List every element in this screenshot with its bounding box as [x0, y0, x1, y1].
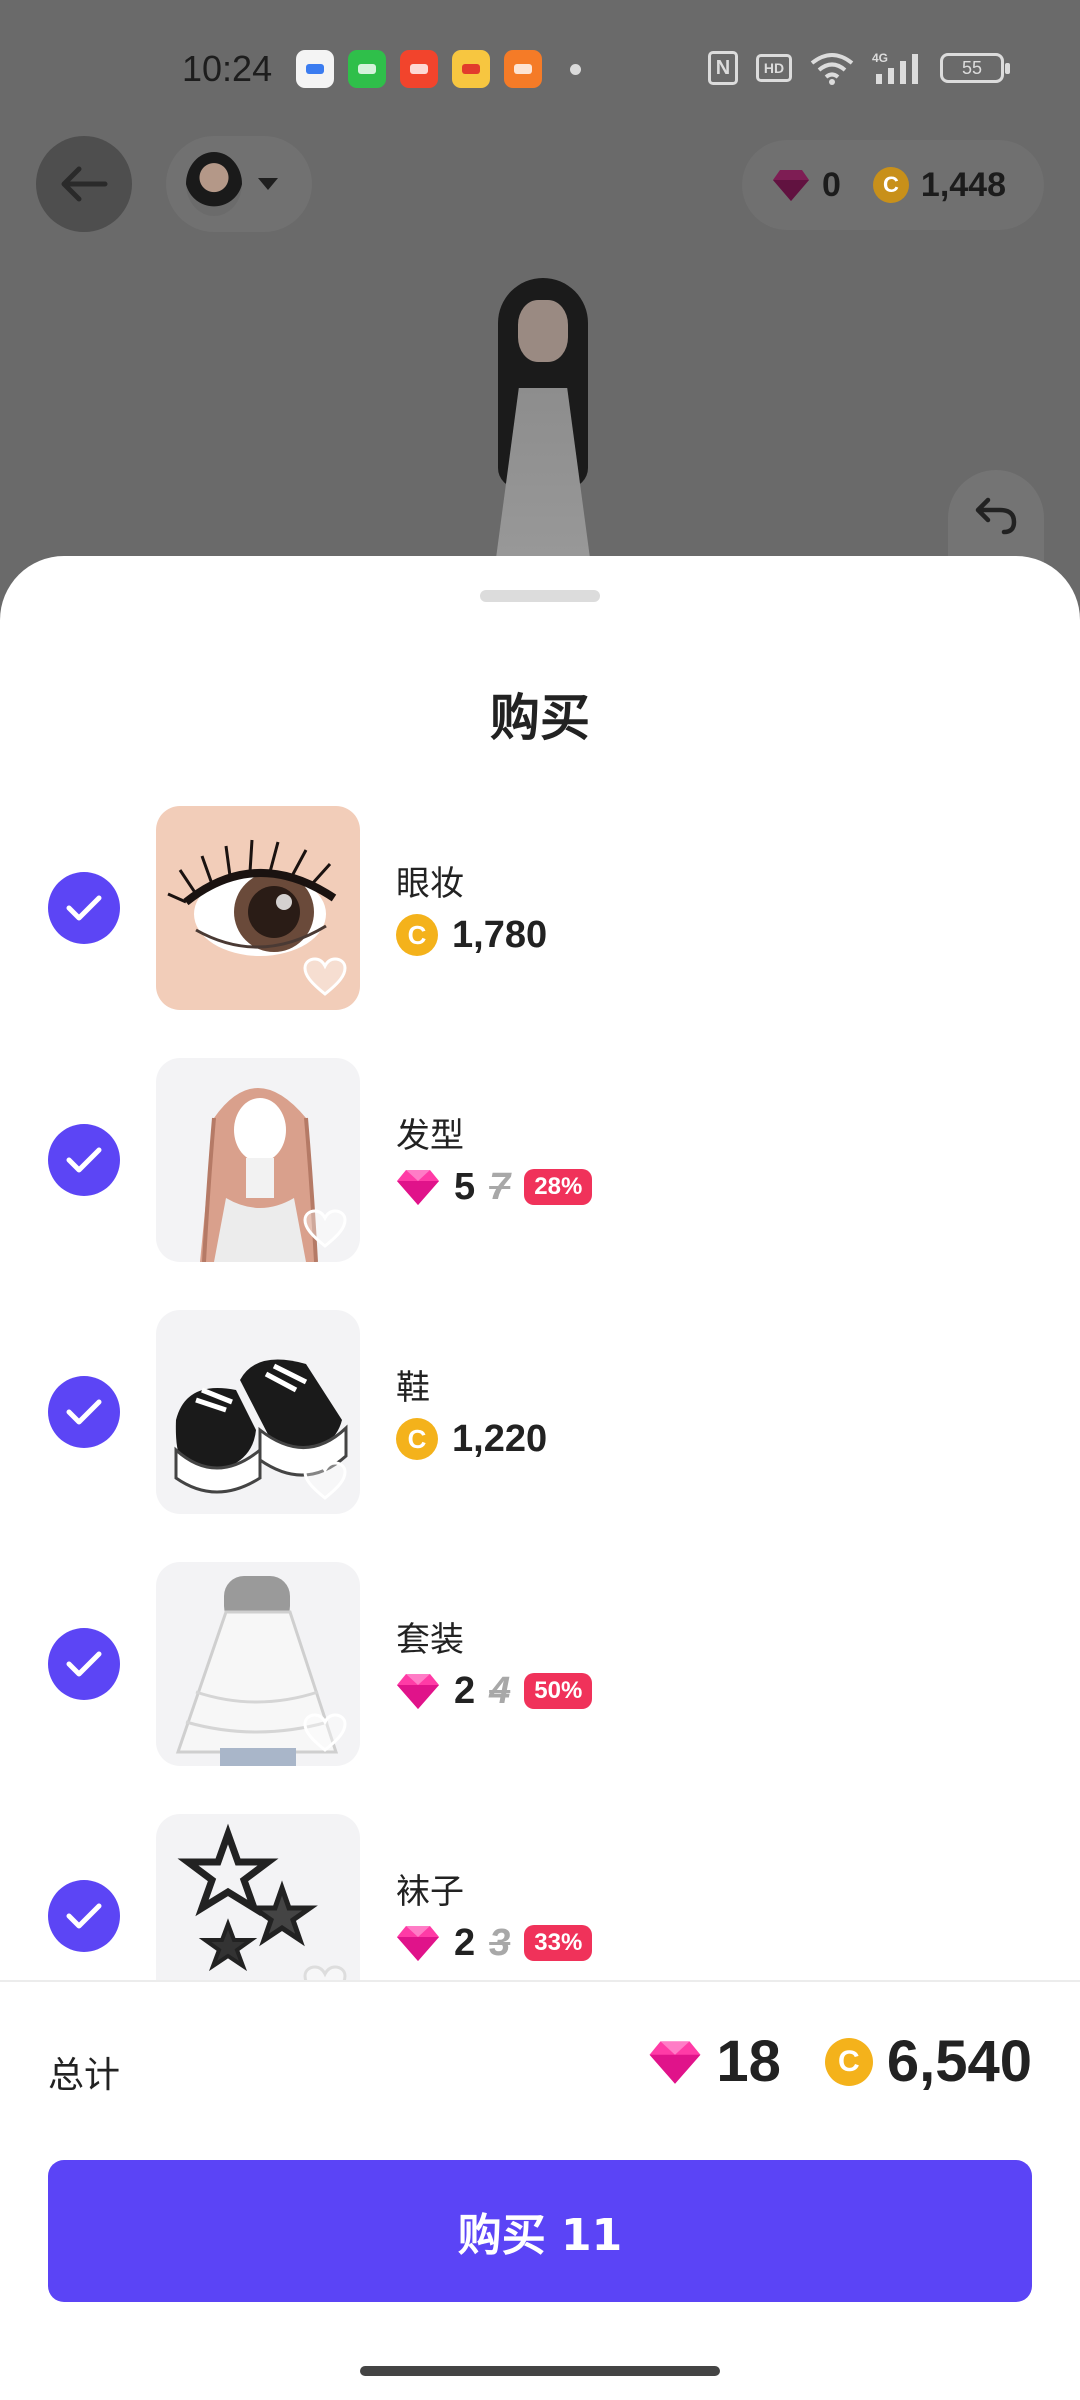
purchase-sheet: 购买 眼妆 C 1,780 发型 5 7 28% 鞋 C 1,220 套装 2 … [0, 556, 1080, 2400]
battery-icon: 55 [940, 53, 1010, 83]
arrow-left-icon [61, 166, 108, 202]
checkmark-icon [66, 895, 102, 921]
item-original-price: 3 [489, 1921, 511, 1964]
diamond-balance: 0 [821, 165, 841, 204]
item-price: 5 [454, 1165, 476, 1208]
item-name: 鞋 [396, 1368, 430, 1408]
coin-balance: 1,448 [920, 165, 1006, 204]
discount-badge: 33% [524, 1925, 593, 1961]
total-values: 18 C 6,540 [648, 2028, 1032, 2095]
notification-icons [296, 50, 542, 88]
checkmark-icon [66, 1903, 102, 1929]
item-thumbnail[interactable] [156, 1058, 360, 1262]
item-name: 发型 [396, 1116, 464, 1156]
discount-badge: 28% [524, 1169, 593, 1205]
item-price: 1,780 [452, 913, 548, 956]
total-diamonds: 18 [716, 2029, 781, 2094]
item-price-row: C 1,220 [396, 1414, 547, 1464]
sheet-drag-handle[interactable] [480, 590, 600, 602]
video-app-icon [400, 50, 438, 88]
list-item[interactable]: 套装 2 4 50% [0, 1562, 1080, 1768]
discount-badge: 50% [524, 1673, 593, 1709]
item-price: 2 [454, 1921, 476, 1964]
weibo-app-icon [452, 50, 490, 88]
item-name: 袜子 [396, 1872, 464, 1912]
buy-button[interactable]: 购买 11 [48, 2160, 1032, 2302]
diamond-icon [397, 1170, 439, 1205]
list-item[interactable]: 鞋 C 1,220 [0, 1310, 1080, 1516]
favorite-heart-icon[interactable] [302, 1208, 348, 1250]
diamond-icon [772, 170, 809, 201]
item-price-row: 5 7 28% [396, 1162, 593, 1212]
item-checkbox[interactable] [48, 872, 120, 944]
total-coins: 6,540 [886, 2029, 1032, 2094]
item-thumbnail[interactable] [156, 1562, 360, 1766]
item-thumbnail[interactable] [156, 1814, 360, 1982]
item-name: 套装 [396, 1620, 464, 1660]
item-thumbnail[interactable] [156, 806, 360, 1010]
favorite-heart-icon[interactable] [302, 1460, 348, 1502]
more-notifications-dot [570, 64, 581, 75]
item-name: 眼妆 [396, 864, 464, 904]
coin-icon: C [824, 2037, 873, 2086]
avatar [186, 152, 242, 216]
avatar-switcher[interactable] [166, 136, 312, 232]
network-type-label: 4G [872, 51, 888, 65]
hd-icon: HD [756, 54, 792, 82]
back-button[interactable] [36, 136, 132, 232]
item-price-row: 2 4 50% [396, 1666, 593, 1716]
coin-icon: C [872, 167, 909, 203]
item-checkbox[interactable] [48, 1124, 120, 1196]
total-divider [0, 1980, 1080, 1982]
checkmark-icon [66, 1651, 102, 1677]
item-original-price: 7 [489, 1165, 511, 1208]
item-checkbox[interactable] [48, 1376, 120, 1448]
diamond-icon [649, 2040, 701, 2084]
list-item[interactable]: 发型 5 7 28% [0, 1058, 1080, 1264]
checkmark-icon [66, 1147, 102, 1173]
item-price-row: C 1,780 [396, 910, 547, 960]
chevron-down-icon [258, 178, 278, 190]
undo-icon [975, 497, 1017, 535]
item-price-row: 2 3 33% [396, 1918, 593, 1968]
orange-app-icon [504, 50, 542, 88]
diamond-icon [397, 1674, 439, 1709]
item-price: 1,220 [452, 1417, 548, 1460]
home-indicator[interactable] [360, 2366, 720, 2376]
item-original-price: 4 [489, 1669, 511, 1712]
favorite-heart-icon[interactable] [302, 956, 348, 998]
sheet-title: 购买 [490, 689, 590, 747]
socks-image [177, 1823, 318, 1972]
list-item[interactable]: 眼妆 C 1,780 [0, 806, 1080, 1012]
green-app-icon [348, 50, 386, 88]
item-checkbox[interactable] [48, 1880, 120, 1952]
cellular-signal-icon: 4G [872, 50, 922, 86]
item-thumbnail[interactable] [156, 1310, 360, 1514]
status-time: 10:24 [182, 48, 273, 89]
diamond-icon [397, 1926, 439, 1961]
nfc-icon: N [708, 51, 738, 85]
item-price: 2 [454, 1669, 476, 1712]
status-bar: 10:24 N HD 4G 55 [0, 0, 1080, 140]
balance-pill: 0 C 1,448 [741, 140, 1044, 230]
total-label: 总计 [48, 2055, 121, 2096]
favorite-heart-icon[interactable] [302, 1712, 348, 1754]
coin-icon: C [396, 914, 438, 956]
wallet-app-icon [296, 50, 334, 88]
checkmark-icon [66, 1399, 102, 1425]
coin-icon: C [396, 1418, 438, 1460]
system-icons: N HD 4G 55 [708, 50, 1010, 86]
wifi-icon [810, 51, 854, 85]
purchase-item-list[interactable]: 眼妆 C 1,780 发型 5 7 28% 鞋 C 1,220 套装 2 4 5… [0, 806, 1080, 1982]
avatar-preview-scene: 10:24 N HD 4G 55 0 C 1,448 [0, 0, 1080, 620]
item-checkbox[interactable] [48, 1628, 120, 1700]
list-item[interactable]: 袜子 2 3 33% [0, 1814, 1080, 1982]
